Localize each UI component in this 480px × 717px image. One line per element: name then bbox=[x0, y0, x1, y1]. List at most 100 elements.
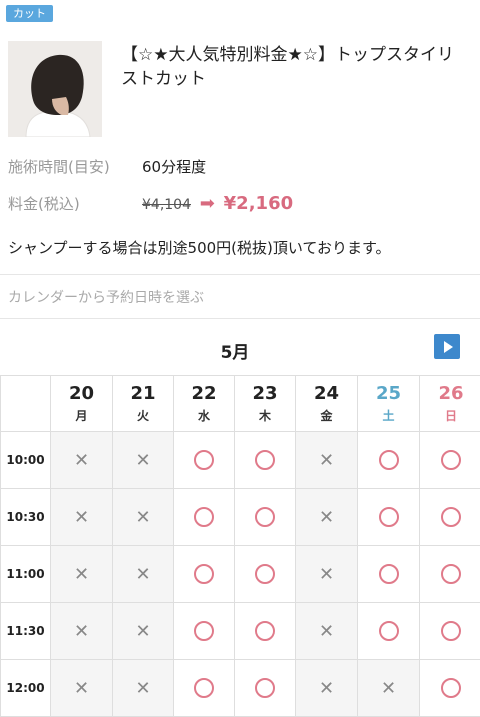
treatment-time-value: 60分程度 bbox=[142, 156, 206, 177]
circle-icon bbox=[255, 678, 275, 698]
cross-icon: ✕ bbox=[135, 450, 150, 471]
slot-available[interactable] bbox=[358, 432, 420, 489]
slot-time: 10:00 bbox=[1, 432, 51, 489]
slot-available[interactable] bbox=[420, 603, 480, 660]
time-slot-row: 10:00 ✕ ✕ ✕ bbox=[1, 432, 480, 489]
slot-available[interactable] bbox=[235, 546, 296, 603]
circle-icon bbox=[194, 450, 214, 470]
day-weekday: 火 bbox=[113, 407, 173, 425]
circle-icon bbox=[255, 564, 275, 584]
slot-available[interactable] bbox=[358, 546, 420, 603]
circle-icon bbox=[379, 564, 399, 584]
price-label: 料金(税込) bbox=[8, 193, 80, 214]
treatment-time-label: 施術時間(目安) bbox=[8, 156, 110, 177]
menu-title: 【☆★大人気特別料金★☆】トップスタイリストカット bbox=[121, 43, 461, 91]
cross-icon: ✕ bbox=[74, 450, 89, 471]
circle-icon bbox=[441, 564, 461, 584]
next-week-button[interactable] bbox=[434, 334, 460, 359]
slot-unavailable: ✕ bbox=[51, 432, 113, 489]
circle-icon bbox=[194, 621, 214, 641]
slot-unavailable: ✕ bbox=[113, 660, 174, 717]
circle-icon bbox=[441, 678, 461, 698]
circle-icon bbox=[194, 678, 214, 698]
day-number: 25 bbox=[358, 383, 419, 405]
cross-icon: ✕ bbox=[74, 564, 89, 585]
cross-icon: ✕ bbox=[319, 450, 334, 471]
slot-available[interactable] bbox=[420, 660, 480, 717]
corner-cell bbox=[1, 376, 51, 432]
time-slot-row: 12:00 ✕ ✕ ✕ ✕ bbox=[1, 660, 480, 717]
day-header: 23木 bbox=[235, 376, 296, 432]
slot-unavailable: ✕ bbox=[113, 603, 174, 660]
price-value: ¥4,104 ➡ ¥2,160 bbox=[142, 193, 293, 214]
slot-available[interactable] bbox=[235, 660, 296, 717]
day-weekday: 木 bbox=[235, 407, 295, 425]
slot-available[interactable] bbox=[358, 489, 420, 546]
cross-icon: ✕ bbox=[319, 621, 334, 642]
cross-icon: ✕ bbox=[135, 564, 150, 585]
slot-time: 11:30 bbox=[1, 603, 51, 660]
category-tag: カット bbox=[6, 5, 53, 22]
cross-icon: ✕ bbox=[74, 678, 89, 699]
slot-available[interactable] bbox=[235, 432, 296, 489]
slot-unavailable: ✕ bbox=[296, 660, 358, 717]
time-slot-row: 11:00 ✕ ✕ ✕ bbox=[1, 546, 480, 603]
day-weekday: 水 bbox=[174, 407, 234, 425]
slot-unavailable: ✕ bbox=[296, 432, 358, 489]
slot-unavailable: ✕ bbox=[358, 660, 420, 717]
arrow-right-icon: ➡ bbox=[200, 193, 215, 214]
cross-icon: ✕ bbox=[135, 507, 150, 528]
slot-available[interactable] bbox=[420, 489, 480, 546]
slot-available[interactable] bbox=[235, 489, 296, 546]
cross-icon: ✕ bbox=[319, 564, 334, 585]
availability-calendar: 20月21火22水23木24金25土26日 10:00✕✕✕10:30✕✕✕11… bbox=[0, 375, 480, 717]
slot-available[interactable] bbox=[235, 603, 296, 660]
slot-available[interactable] bbox=[420, 432, 480, 489]
menu-thumbnail bbox=[8, 41, 102, 137]
slot-available[interactable] bbox=[174, 432, 235, 489]
shampoo-note: シャンプーする場合は別途500円(税抜)頂いております。 bbox=[8, 237, 391, 258]
slot-available[interactable] bbox=[420, 546, 480, 603]
day-header: 21 火 bbox=[113, 376, 174, 432]
slot-unavailable: ✕ bbox=[51, 546, 113, 603]
slot-time: 11:00 bbox=[1, 546, 51, 603]
circle-icon bbox=[441, 450, 461, 470]
cross-icon: ✕ bbox=[319, 678, 334, 699]
divider bbox=[0, 274, 480, 275]
slot-time: 12:00 bbox=[1, 660, 51, 717]
day-number: 26 bbox=[420, 383, 480, 405]
slot-available[interactable] bbox=[174, 489, 235, 546]
slot-available[interactable] bbox=[174, 603, 235, 660]
slot-unavailable: ✕ bbox=[296, 603, 358, 660]
day-weekday: 日 bbox=[420, 407, 480, 425]
cross-icon: ✕ bbox=[135, 678, 150, 699]
divider bbox=[0, 318, 480, 319]
circle-icon bbox=[379, 621, 399, 641]
day-number: 21 bbox=[113, 383, 173, 405]
circle-icon bbox=[194, 564, 214, 584]
circle-icon bbox=[255, 507, 275, 527]
circle-icon bbox=[255, 621, 275, 641]
month-title: 5月 bbox=[0, 338, 470, 363]
circle-icon bbox=[441, 621, 461, 641]
cross-icon: ✕ bbox=[74, 621, 89, 642]
cross-icon: ✕ bbox=[135, 621, 150, 642]
slot-available[interactable] bbox=[174, 660, 235, 717]
slot-available[interactable] bbox=[174, 546, 235, 603]
day-header: 26 日 bbox=[420, 376, 480, 432]
slot-time: 10:30 bbox=[1, 489, 51, 546]
discount-price: ¥2,160 bbox=[224, 193, 293, 214]
circle-icon bbox=[379, 450, 399, 470]
slot-unavailable: ✕ bbox=[113, 432, 174, 489]
calendar-prompt: カレンダーから予約日時を選ぶ bbox=[8, 287, 204, 307]
slot-available[interactable] bbox=[358, 603, 420, 660]
slot-unavailable: ✕ bbox=[113, 489, 174, 546]
day-number: 20 bbox=[51, 383, 112, 405]
slot-unavailable: ✕ bbox=[51, 603, 113, 660]
slot-unavailable: ✕ bbox=[51, 660, 113, 717]
day-header: 20月 bbox=[51, 376, 113, 432]
cross-icon: ✕ bbox=[74, 507, 89, 528]
original-price: ¥4,104 bbox=[142, 197, 191, 213]
slot-unavailable: ✕ bbox=[296, 546, 358, 603]
slot-unavailable: ✕ bbox=[296, 489, 358, 546]
